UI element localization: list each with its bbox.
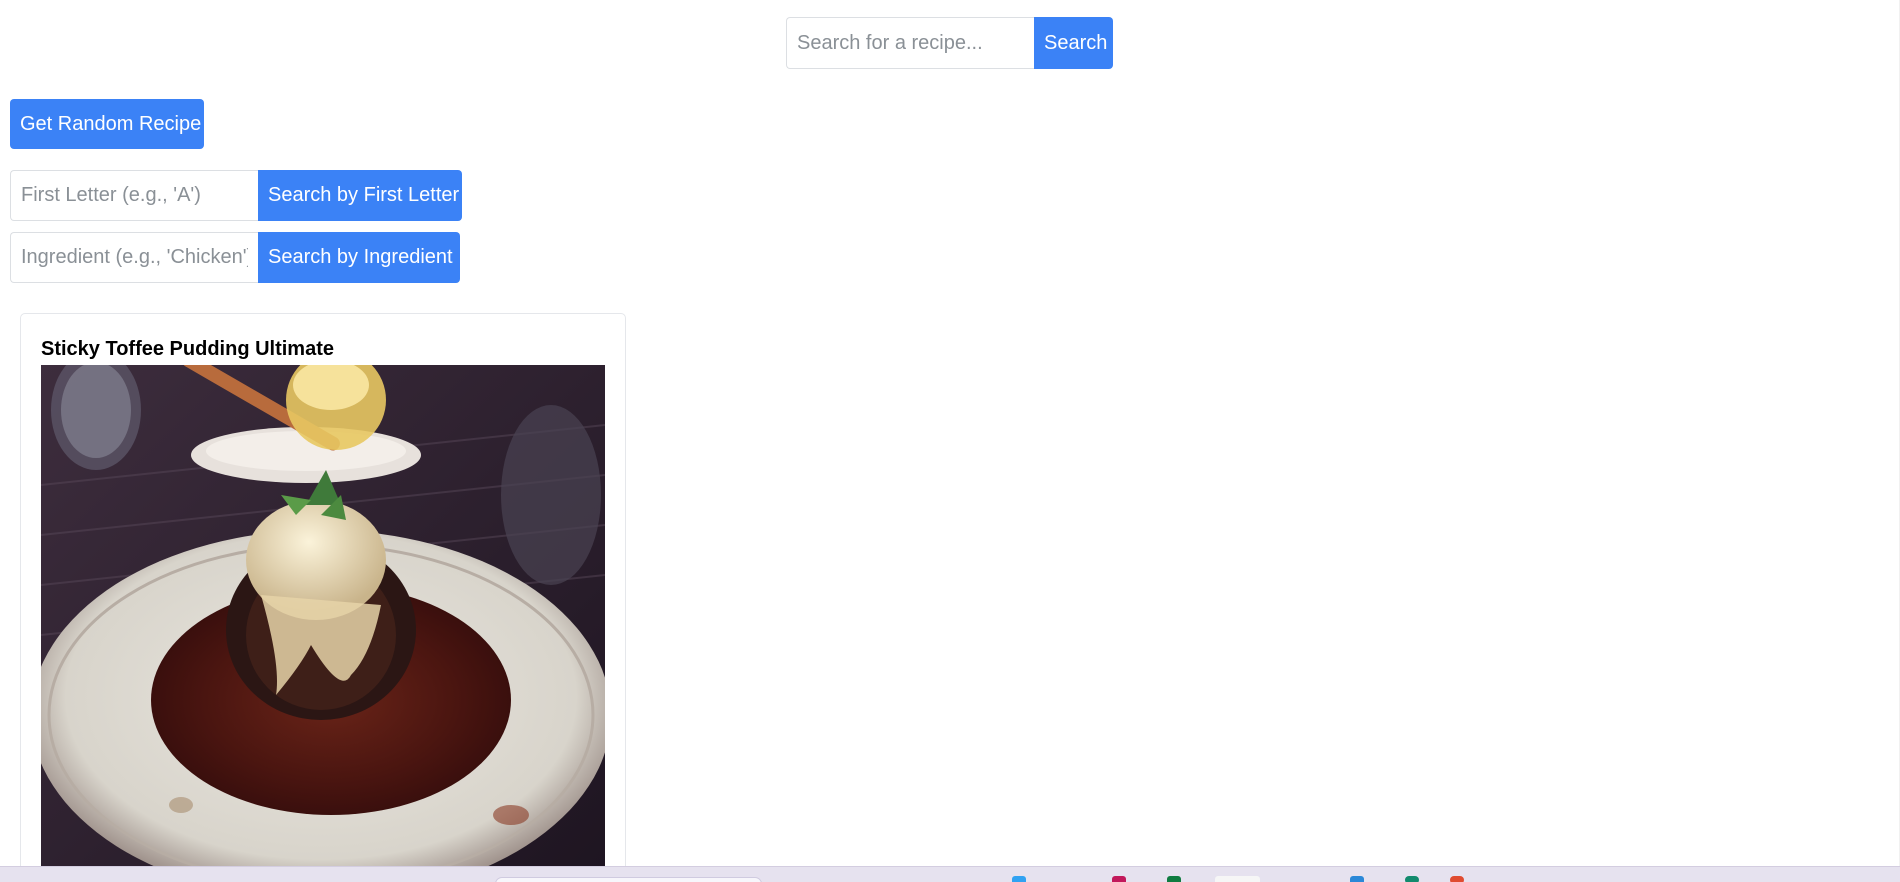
recipe-app-page: Search Get Random Recipe Search by First… xyxy=(0,0,1900,882)
taskbar-search-box[interactable] xyxy=(495,877,762,882)
recipe-photo xyxy=(41,365,605,882)
ingredient-search: Search by Ingredient xyxy=(10,232,460,283)
taskbar-app-icon[interactable] xyxy=(1405,876,1419,882)
search-button[interactable]: Search xyxy=(1034,17,1113,69)
taskbar-app-icon[interactable] xyxy=(1112,876,1126,882)
recipe-card[interactable]: Sticky Toffee Pudding Ultimate xyxy=(20,313,626,882)
ingredient-input[interactable] xyxy=(10,232,258,283)
taskbar-app-icon[interactable] xyxy=(1215,876,1260,882)
recipe-search-input[interactable] xyxy=(786,17,1034,69)
search-by-first-letter-button[interactable]: Search by First Letter xyxy=(258,170,462,221)
first-letter-input[interactable] xyxy=(10,170,258,221)
get-random-recipe-button[interactable]: Get Random Recipe xyxy=(10,99,204,149)
recipe-title: Sticky Toffee Pudding Ultimate xyxy=(41,338,334,360)
windows-taskbar xyxy=(0,866,1900,882)
recipe-image xyxy=(41,365,605,882)
taskbar-app-icon[interactable] xyxy=(1450,876,1464,882)
taskbar-app-icon[interactable] xyxy=(1167,876,1181,882)
taskbar-app-icon[interactable] xyxy=(1012,876,1026,882)
taskbar-app-icon[interactable] xyxy=(1350,876,1364,882)
recipe-search-bar: Search xyxy=(786,17,1113,69)
search-by-ingredient-button[interactable]: Search by Ingredient xyxy=(258,232,460,283)
first-letter-search: Search by First Letter xyxy=(10,170,462,221)
